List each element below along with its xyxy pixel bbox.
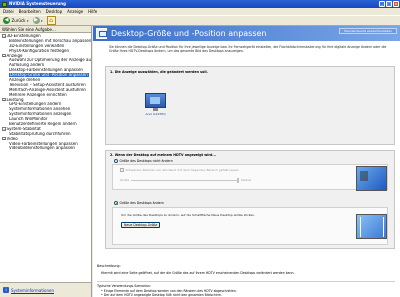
resize-radio[interactable]: [114, 201, 118, 205]
intro-text: Sie können die Desktop-Größe und Positio…: [109, 45, 387, 53]
menubar: Datei Bearbeiten Desktop Anzeige Hilfe: [0, 8, 400, 15]
tree-item-label: Systeminformationen anzeigen: [9, 112, 72, 117]
window-controls: _ □ ×: [379, 1, 399, 7]
no-resize-option[interactable]: Größe des Desktops nicht ändern: [114, 159, 173, 163]
slider-left-label: Größe: [120, 178, 130, 182]
black-border-checkbox[interactable]: [120, 168, 124, 172]
hdtv-resize-section: 2. Wenn der Desktop auf meinem HDTV ange…: [105, 150, 395, 249]
tree-item-label: Stabilitätsprüfung durchführen: [9, 131, 71, 136]
window-title: NVIDIA Systemsteuerung: [9, 1, 66, 6]
size-slider-row: Größe Kleiner: [120, 177, 252, 183]
sidebar-footer: i Systeminformationen: [0, 282, 92, 297]
collapse-toggle-icon[interactable]: −: [2, 53, 6, 58]
resize-box: Um die Größe des Desktops zu ändern, auf…: [112, 207, 388, 245]
tree-item-label: Mehrfach-Anzeige-Assistent ausführen: [9, 87, 86, 92]
tree-item-label: Auswahl zur Optimierung der Anzeige ausf…: [9, 58, 91, 63]
new-desktop-size-button[interactable]: Neue Desktop-Größe: [121, 222, 161, 228]
toolbar: ◀ Zurück ▾ ▶ ▾ ⌂: [0, 15, 400, 26]
forward-button[interactable]: ▶ ▾: [32, 17, 43, 25]
collapse-toggle-icon[interactable]: −: [2, 97, 6, 102]
black-border-option[interactable]: Schwarzen Rahmen um den Rand mit dem fol…: [120, 168, 239, 172]
tree-item-label: Videobildeinstellungen anpassen: [9, 146, 75, 151]
tree-item-label: Leistung: [6, 97, 24, 102]
display-label: Acer G243HQ: [145, 112, 166, 116]
minimize-icon[interactable]: _: [379, 1, 385, 7]
scenarios-label: Typische Verwendungs-Szenarios:: [97, 284, 151, 288]
display-select-section: 1. Die Anzeige auswählen, die geändert w…: [105, 66, 395, 145]
back-label: Zurück: [11, 18, 26, 23]
resize-label: Größe des Desktops ändern: [119, 201, 164, 205]
resize-preview-image: [356, 214, 387, 239]
collapse-toggle-icon[interactable]: −: [2, 127, 6, 131]
task-tree: −3D-Einstellungen Bildeinstellungen mit V…: [0, 33, 91, 152]
desktop-preview-image: [356, 166, 387, 191]
menu-datei[interactable]: Datei: [3, 8, 14, 15]
tree-item-label: Desktop-Farbeinstellungen anpassen: [9, 68, 83, 73]
collapse-toggle-icon[interactable]: −: [2, 136, 6, 141]
step1-title: 1. Die Anzeige auswählen, die geändert w…: [110, 70, 208, 74]
tree-item-label: Television – Setup-Assistent ausführen: [9, 82, 86, 87]
tree-item-label: Auflösung ändern: [9, 63, 45, 68]
collapse-toggle-icon[interactable]: −: [2, 34, 6, 38]
chevron-down-icon: ▾: [26, 18, 29, 23]
maximize-icon[interactable]: □: [386, 1, 392, 7]
tree-item-label: Anzeige: [6, 53, 23, 58]
menu-anzeige[interactable]: Anzeige: [67, 8, 83, 15]
menu-bearbeiten[interactable]: Bearbeiten: [19, 8, 41, 15]
tree-item-label: Anzeige drehen: [9, 78, 41, 83]
restore-defaults-link[interactable]: Standardwerte wiederherstellen: [339, 27, 397, 34]
tree-item-label: Mehrere Anzeigen einrichten: [9, 92, 67, 97]
tree-item-label: 3D-Einstellungen verwalten: [9, 43, 65, 48]
tree-item-label: System-Stabilität: [6, 126, 41, 131]
system-info-icon: i: [3, 287, 9, 293]
tree-item-label: Video-Farbeinstellungen anpassen: [9, 141, 78, 146]
back-arrow-icon: ◀: [3, 17, 10, 24]
back-button[interactable]: ◀ Zurück ▾: [3, 17, 29, 25]
tree-item-label: Bildeinstellungen mit Vorschau anpassen: [9, 38, 91, 43]
slider-right-label: Kleiner: [241, 178, 252, 182]
close-icon[interactable]: ×: [393, 1, 399, 7]
window-titlebar: NVIDIA Systemsteuerung _ □ ×: [0, 0, 400, 8]
display-monitor-item[interactable]: Acer G243HQ: [143, 93, 168, 119]
tree-item-label: GPU-Einstellungen ändern: [9, 102, 62, 107]
tree-item-label: Systeminformationen ansehen: [9, 107, 71, 112]
display-resize-icon: [96, 28, 107, 39]
tree-item-label: Desktop-Größe und -Position anpassen: [9, 73, 89, 78]
page-title: Desktop-Größe und -Position anpassen: [111, 29, 267, 38]
tree-item-label: Benutzerdefinierte Regeln ändern: [9, 122, 77, 127]
page-banner: Desktop-Größe und -Position anpassen Sta…: [93, 26, 400, 41]
no-resize-box: Schwarzen Rahmen um den Rand mit dem fol…: [112, 164, 388, 191]
description-label: Beschreibung:: [97, 264, 121, 268]
tree-task[interactable]: Videobildeinstellungen anpassen: [0, 146, 91, 151]
menu-hilfe[interactable]: Hilfe: [88, 8, 97, 15]
no-resize-radio[interactable]: [114, 159, 118, 163]
resize-description: Um die Größe des Desktops zu ändern, auf…: [121, 213, 256, 217]
nvidia-app-icon: [2, 1, 7, 7]
black-border-label: Schwarzen Rahmen um den Rand mit dem fol…: [125, 168, 239, 172]
home-icon[interactable]: ⌂: [46, 16, 56, 25]
tree-item-label: Video: [6, 136, 18, 141]
slider-thumb[interactable]: [237, 177, 240, 183]
monitor-icon: [145, 93, 166, 108]
no-resize-label: Größe des Desktops nicht ändern: [119, 159, 173, 163]
tree-item-label: Launch WinMonitor: [9, 117, 48, 122]
sidebar-header: Wählen Sie eine Aufgabe...: [0, 26, 91, 33]
forward-arrow-icon: ▶: [32, 17, 40, 24]
size-slider[interactable]: [131, 177, 240, 183]
resize-option[interactable]: Größe des Desktops ändern: [114, 201, 164, 205]
system-info-link[interactable]: Systeminformationen: [11, 288, 54, 293]
menu-desktop[interactable]: Desktop: [46, 8, 63, 15]
step2-title: 2. Wenn der Desktop auf meinem HDTV ange…: [110, 153, 217, 157]
task-sidebar: Wählen Sie eine Aufgabe... −3D-Einstellu…: [0, 26, 92, 282]
content-panel: Desktop-Größe und -Position anpassen Sta…: [93, 26, 400, 297]
chevron-down-icon: ▾: [41, 18, 43, 23]
tree-item-label: PhysX-Konfiguration festlegen: [9, 48, 70, 53]
tree-item-label: 3D-Einstellungen: [6, 34, 41, 38]
divider: [97, 281, 395, 282]
description-text: Hiermit wird eine Seite geöffnet, auf de…: [101, 271, 295, 275]
scenario-item: • Der auf dem HDTV angezeigte Desktop fü…: [101, 293, 222, 297]
